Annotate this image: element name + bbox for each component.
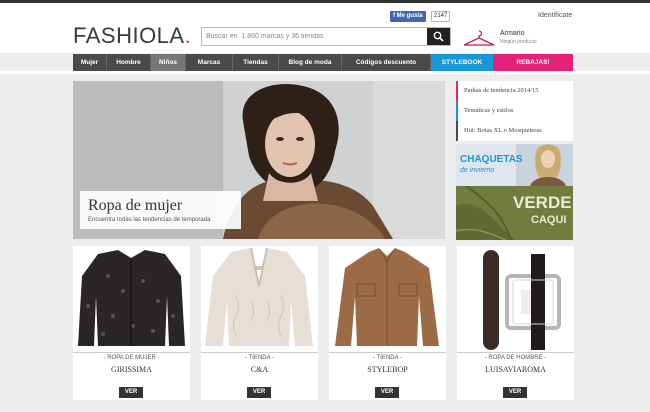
product-image xyxy=(73,246,190,352)
fb-like-label: Me gusta xyxy=(396,13,423,19)
chaquetas-subtitle: de invierno xyxy=(460,167,495,174)
nav-item-codigos-descuento[interactable]: Códigos descuento xyxy=(342,54,431,71)
verde-title: VERDE xyxy=(513,193,572,212)
chaquetas-banner[interactable]: CHAQUETAS de invierno xyxy=(456,144,573,186)
wardrobe-count: Ningún producto xyxy=(500,39,537,45)
card-divider xyxy=(457,352,574,353)
product-card[interactable]: - ROPA DE MUJER - GIRISSIMA VER xyxy=(73,246,190,400)
search-input[interactable] xyxy=(202,28,427,45)
product-image xyxy=(201,246,318,352)
hero-subtitle: Encuentra todas las tendencias de tempor… xyxy=(88,217,211,223)
product-category: - TIENDA - xyxy=(373,355,402,361)
nav-item-hombre[interactable]: Hombre xyxy=(107,54,151,71)
nav-item-stylebook[interactable]: STYLEBOOK xyxy=(431,54,493,71)
brown-shirt-jacket-image xyxy=(335,248,439,346)
nav-divider xyxy=(0,71,650,74)
main-nav: Mujer Hombre Niños Marcas Tiendas Blog d… xyxy=(73,54,573,71)
card-divider xyxy=(73,352,190,353)
hero-caption: Ropa de mujer Encuentra todas las tenden… xyxy=(80,191,241,229)
ver-button[interactable]: VER xyxy=(247,387,271,398)
ver-button[interactable]: VER xyxy=(119,387,143,398)
product-category: - ROPA DE HOMBRE - xyxy=(484,355,547,361)
chaquetas-model-image xyxy=(516,144,573,186)
sidebar-link-tematicas[interactable]: Temáticas y estilos xyxy=(456,101,573,121)
facebook-like-count: 2147 xyxy=(431,11,451,22)
caqui-subtitle: CAQUI xyxy=(531,214,567,226)
verde-caqui-banner[interactable]: VERDE CAQUI xyxy=(456,186,573,240)
login-link[interactable]: Identifícate xyxy=(538,12,572,19)
nav-item-tiendas[interactable]: Tiendas xyxy=(233,54,279,71)
card-divider xyxy=(201,352,318,353)
nav-item-rebajas[interactable]: REBAJAS! xyxy=(493,54,573,71)
ver-button[interactable]: VER xyxy=(503,387,527,398)
search-icon xyxy=(433,31,444,42)
fashiola-logo[interactable]: FASHIOLA. xyxy=(73,25,191,47)
product-name: GIRISSIMA xyxy=(111,365,152,374)
chaquetas-title: CHAQUETAS xyxy=(460,154,523,165)
header: FASHIOLA. f Me gusta 2147 Identifícate A… xyxy=(0,3,650,53)
product-card[interactable]: - ROPA DE HOMBRE - LUISAVIAROMA VER xyxy=(457,246,574,400)
logo-text: FASHIOLA xyxy=(73,23,185,48)
search-button[interactable] xyxy=(427,28,450,45)
product-image xyxy=(457,246,574,352)
nav-item-ninos[interactable]: Niños xyxy=(151,54,186,71)
hanger-icon[interactable] xyxy=(462,29,496,47)
sidebar-link-botas[interactable]: Hot: Botas XL o Mosqueteras xyxy=(456,121,573,141)
logo-dot: . xyxy=(184,23,192,48)
product-name: STYLEBOP xyxy=(367,365,408,374)
nav-item-mujer[interactable]: Mujer xyxy=(73,54,107,71)
product-name: C&A xyxy=(250,365,269,374)
card-divider xyxy=(329,352,446,353)
wardrobe-label[interactable]: Armario xyxy=(500,30,525,37)
search-box xyxy=(201,27,451,46)
product-name: LUISAVIAROMA xyxy=(485,365,546,374)
knit-cardigan-image xyxy=(205,247,313,346)
product-image xyxy=(329,246,446,352)
nav-item-blog[interactable]: Blog de moda xyxy=(279,54,342,71)
sidebar-link-parkas[interactable]: Parkas de tendencia 2014/15 xyxy=(456,81,573,101)
product-category: - TIENDA - xyxy=(245,355,274,361)
ver-button[interactable]: VER xyxy=(375,387,399,398)
product-category: - ROPA DE MUJER - xyxy=(103,355,160,361)
leather-belt-image xyxy=(483,250,561,350)
hero-title: Ropa de mujer xyxy=(88,197,183,214)
facebook-like-button[interactable]: f Me gusta xyxy=(390,11,426,22)
product-card[interactable]: - TIENDA - STYLEBOP VER xyxy=(329,246,446,400)
nav-item-marcas[interactable]: Marcas xyxy=(186,54,233,71)
product-card[interactable]: - TIENDA - C&A VER xyxy=(201,246,318,400)
sequin-jacket-image xyxy=(78,250,185,346)
